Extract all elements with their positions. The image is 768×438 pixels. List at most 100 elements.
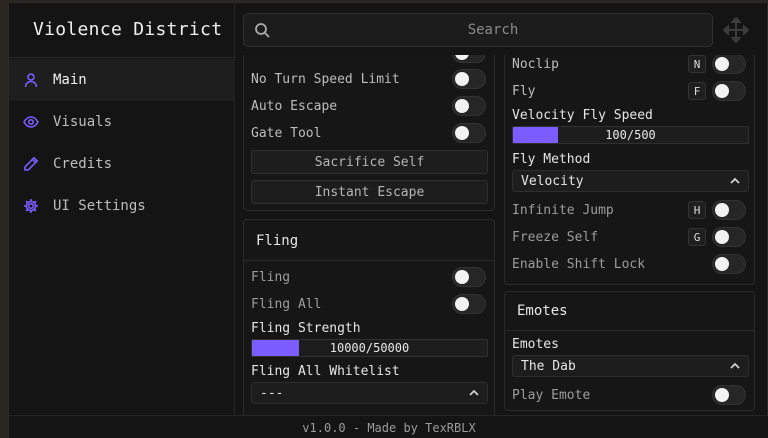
- keybind-badge[interactable]: F: [688, 82, 706, 100]
- app-title: Violence District: [33, 19, 223, 40]
- infinite-jump-toggle[interactable]: [712, 200, 746, 220]
- chevron-up-icon: [467, 386, 481, 400]
- fling-panel: Fling Fling Fling All Fling Strength 100…: [243, 219, 495, 415]
- search-icon: [254, 22, 270, 38]
- sidebar-item-label: Main: [53, 72, 87, 88]
- keybind-badge[interactable]: N: [688, 55, 706, 73]
- fling-strength-slider[interactable]: 10000/50000: [251, 339, 488, 357]
- toggle-knob: [715, 230, 729, 244]
- dropdown-value: ---: [260, 385, 284, 401]
- footer-version: v1.0.0 - Made by TexRBLX: [9, 415, 768, 438]
- toggle-label: Enable Shift Lock: [512, 256, 646, 272]
- fling-all-whitelist-dropdown[interactable]: ---: [251, 382, 488, 404]
- sidebar-item-ui-settings[interactable]: UI Settings: [9, 185, 235, 227]
- slider-value: 10000/50000: [329, 341, 410, 355]
- sidebar-nav: Main Visuals Credits UI Settings: [9, 59, 235, 227]
- main-window: Violence District Main Visuals Credits U…: [8, 2, 768, 438]
- slider-value: 100/500: [605, 128, 656, 142]
- sidebar: Violence District Main Visuals Credits U…: [9, 3, 235, 415]
- instant-escape-button[interactable]: Instant Escape: [251, 180, 488, 204]
- toggle-knob: [715, 257, 729, 271]
- toggle-row-gate-tool: Gate Tool: [251, 121, 321, 145]
- play-emote-toggle[interactable]: [712, 385, 746, 405]
- toggle-label: Gate Tool: [251, 125, 322, 141]
- toggle-knob: [715, 388, 729, 402]
- gear-icon: [23, 198, 39, 214]
- slider-label: Velocity Fly Speed: [512, 108, 653, 123]
- toggle-knob: [455, 270, 469, 284]
- toggle-label: Play Emote: [512, 387, 591, 403]
- sidebar-item-visuals[interactable]: Visuals: [9, 101, 235, 143]
- gate-tool-toggle[interactable]: [452, 123, 486, 143]
- sidebar-item-label: Credits: [53, 156, 113, 172]
- search-box: [243, 13, 713, 47]
- move-handle-icon[interactable]: [722, 16, 750, 44]
- toggle-label: Infinite Jump: [512, 202, 614, 218]
- search-input[interactable]: [278, 14, 708, 46]
- keybind-badge[interactable]: H: [688, 201, 706, 219]
- velocity-fly-speed-slider[interactable]: 100/500: [512, 126, 749, 144]
- section-divider: [244, 260, 494, 261]
- movement-panel: Noclip N Fly F Velocity Fly Speed 100/50…: [504, 55, 755, 285]
- toggle-knob: [455, 126, 469, 140]
- toggle-label: Freeze Self: [512, 229, 599, 245]
- toggle-knob: [455, 297, 469, 311]
- main-options-panel: No Turn Speed Limit Auto Escape Gate Too…: [243, 55, 495, 211]
- fly-toggle[interactable]: [712, 81, 746, 101]
- section-divider: [505, 330, 754, 331]
- sidebar-item-label: Visuals: [53, 114, 113, 130]
- title-divider: [9, 57, 235, 58]
- section-title: Emotes: [517, 303, 568, 319]
- dropdown-value: The Dab: [521, 358, 576, 374]
- toggle-knob: [715, 84, 729, 98]
- toggle-row-no-turn-speed-limit: No Turn Speed Limit: [251, 67, 400, 91]
- toggle-knob: [455, 99, 469, 113]
- fly-method-dropdown[interactable]: Velocity: [512, 170, 749, 192]
- pencil-icon: [23, 156, 39, 172]
- toggle-knob: [455, 72, 469, 86]
- toggle-row-auto-escape: Auto Escape: [251, 94, 337, 118]
- noclip-toggle[interactable]: [712, 55, 746, 74]
- toggle-row-fly: Fly: [512, 79, 535, 103]
- no-turn-speed-limit-toggle[interactable]: [452, 69, 486, 89]
- section-title: Fling: [256, 233, 299, 249]
- toggle-knob: [715, 57, 729, 71]
- auto-escape-toggle[interactable]: [452, 96, 486, 116]
- toggle-row-noclip: Noclip: [512, 55, 559, 76]
- slider-label: Fling Strength: [251, 321, 361, 336]
- toggle-label: No Turn Speed Limit: [251, 71, 400, 87]
- dropdown-label: Fly Method: [512, 152, 591, 167]
- emotes-dropdown[interactable]: The Dab: [512, 355, 749, 377]
- toggle-knob: [715, 203, 729, 217]
- sidebar-item-label: UI Settings: [53, 198, 146, 214]
- freeze-self-toggle[interactable]: [712, 227, 746, 247]
- toggle-row-enable-shift-lock: Enable Shift Lock: [512, 252, 645, 276]
- toggle-label: Auto Escape: [251, 98, 338, 114]
- dropdown-label: Emotes: [512, 337, 559, 352]
- hidden-toggle[interactable]: [452, 55, 486, 63]
- sidebar-item-main[interactable]: Main: [9, 59, 235, 101]
- toggle-label: Fling: [251, 269, 291, 285]
- user-icon: [23, 72, 39, 88]
- fling-toggle[interactable]: [452, 267, 486, 287]
- dropdown-label: Fling All Whitelist: [251, 364, 400, 379]
- chevron-up-icon: [728, 359, 742, 373]
- dropdown-value: Velocity: [521, 173, 584, 189]
- chevron-up-icon: [728, 174, 742, 188]
- toggle-knob: [455, 55, 469, 60]
- toggle-row-play-emote: Play Emote: [512, 383, 590, 407]
- toggle-row-infinite-jump: Infinite Jump: [512, 198, 614, 222]
- sacrifice-self-button[interactable]: Sacrifice Self: [251, 150, 488, 174]
- emotes-panel: Emotes Emotes The Dab Play Emote: [504, 291, 755, 411]
- top-bar: [235, 3, 768, 55]
- fling-all-toggle[interactable]: [452, 294, 486, 314]
- toggle-label: Fly: [512, 83, 536, 99]
- toggle-label: Noclip: [512, 56, 559, 72]
- enable-shift-lock-toggle[interactable]: [712, 254, 746, 274]
- sidebar-item-credits[interactable]: Credits: [9, 143, 235, 185]
- toggle-label: Fling All: [251, 296, 322, 312]
- eye-icon: [23, 114, 39, 130]
- keybind-badge[interactable]: G: [688, 228, 706, 246]
- toggle-row-freeze-self: Freeze Self: [512, 225, 598, 249]
- toggle-row-fling-all: Fling All: [251, 292, 321, 316]
